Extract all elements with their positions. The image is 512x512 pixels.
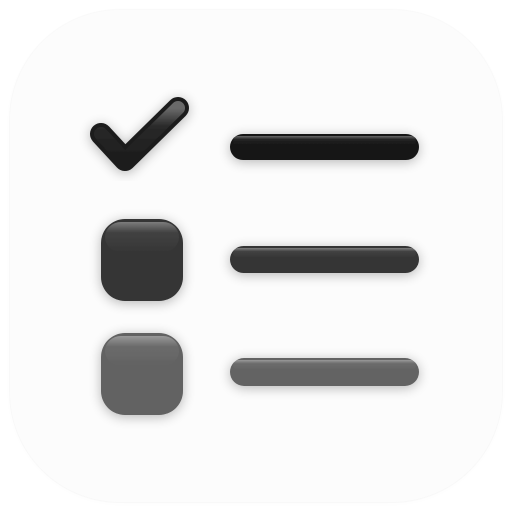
line-1-sheen bbox=[233, 136, 416, 146]
checklist-row-1 bbox=[90, 97, 419, 171]
square-2-sheen bbox=[105, 222, 179, 252]
line-2-sheen bbox=[233, 248, 416, 258]
square-3-sheen bbox=[105, 336, 179, 366]
icon-canvas bbox=[0, 0, 512, 512]
line-3-sheen bbox=[233, 360, 416, 370]
checklist-row-3 bbox=[101, 333, 419, 415]
checklist-glyph bbox=[90, 97, 419, 415]
checklist-row-2 bbox=[101, 219, 419, 301]
